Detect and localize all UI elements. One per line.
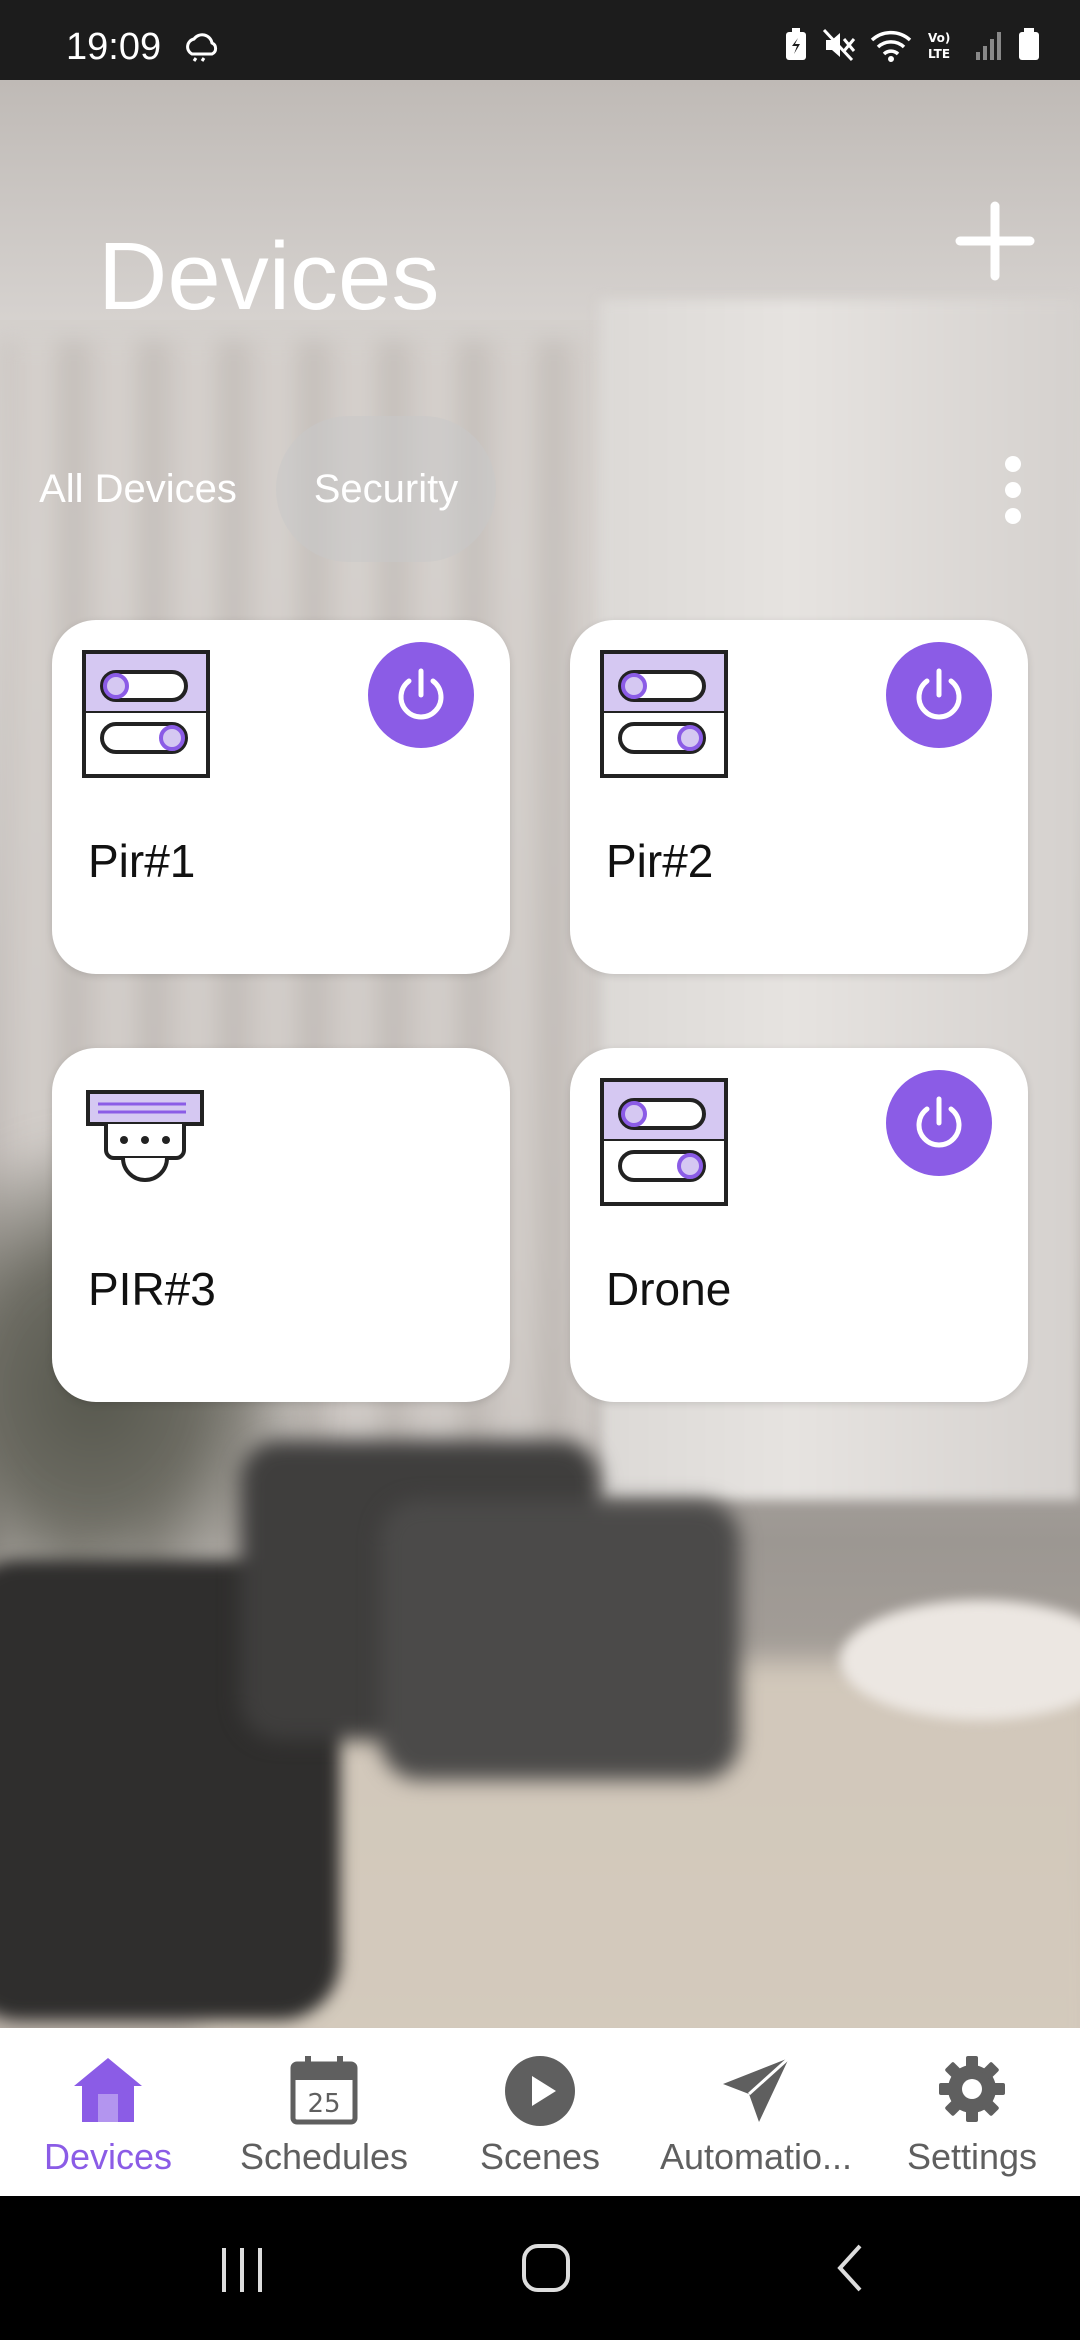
power-icon bbox=[916, 668, 962, 720]
nav-scenes[interactable]: Scenes bbox=[432, 2028, 648, 2196]
tab-security[interactable]: Security bbox=[276, 416, 496, 562]
recent-apps-button[interactable] bbox=[218, 2244, 268, 2299]
status-time: 19:09 bbox=[66, 26, 162, 68]
status-icons: Vo) LTE bbox=[784, 28, 1040, 67]
switch-panel-icon bbox=[82, 650, 210, 783]
switch-panel-icon bbox=[600, 1078, 728, 1211]
calendar-icon: 25 bbox=[289, 2054, 359, 2131]
home-icon bbox=[70, 2054, 146, 2131]
nav-devices[interactable]: Devices bbox=[0, 2028, 216, 2196]
mute-icon bbox=[822, 28, 856, 67]
nav-label: Settings bbox=[906, 2136, 1038, 2177]
bottom-navigation: Devices 25 Schedules Scenes Automatio... bbox=[0, 2028, 1080, 2196]
power-icon bbox=[398, 668, 444, 720]
nav-label: Automatio... bbox=[659, 2136, 853, 2177]
page-title: Devices bbox=[98, 223, 440, 330]
app-screen: 19:09 Vo) LTE Devices All Devices Securi… bbox=[0, 0, 1080, 2340]
tab-all-devices[interactable]: All Devices bbox=[20, 416, 256, 562]
status-bar: 19:09 Vo) LTE bbox=[0, 0, 1080, 80]
nav-label: Scenes bbox=[479, 2136, 601, 2177]
nav-schedules[interactable]: 25 Schedules bbox=[216, 2028, 432, 2196]
weather-cloud-icon bbox=[182, 32, 222, 67]
back-button[interactable] bbox=[830, 2242, 870, 2299]
device-card-pir1[interactable]: Pir#1 bbox=[52, 620, 510, 974]
svg-text:Vo): Vo) bbox=[928, 31, 950, 45]
power-button[interactable] bbox=[886, 642, 992, 748]
volte-icon: Vo) LTE bbox=[926, 28, 960, 67]
power-button[interactable] bbox=[886, 1070, 992, 1176]
motion-sensor-icon bbox=[86, 1090, 206, 1195]
add-device-button[interactable] bbox=[950, 196, 1040, 286]
device-name: PIR#3 bbox=[88, 1263, 216, 1315]
svg-text:LTE: LTE bbox=[928, 47, 950, 61]
kebab-icon bbox=[1005, 456, 1021, 524]
device-name: Drone bbox=[606, 1263, 732, 1315]
svg-text:25: 25 bbox=[307, 2089, 340, 2119]
plus-icon bbox=[955, 201, 1035, 281]
system-navigation-bar bbox=[0, 2196, 1080, 2340]
gear-icon bbox=[937, 2054, 1007, 2129]
device-card-pir3[interactable]: PIR#3 bbox=[52, 1048, 510, 1402]
battery-icon bbox=[1018, 28, 1040, 67]
switch-panel-icon bbox=[600, 650, 728, 783]
play-icon bbox=[503, 2054, 577, 2133]
signal-icon bbox=[974, 28, 1004, 67]
nav-settings[interactable]: Settings bbox=[864, 2028, 1080, 2196]
battery-saver-icon bbox=[784, 28, 808, 67]
device-name: Pir#2 bbox=[606, 835, 714, 887]
power-icon bbox=[916, 1096, 962, 1148]
nav-label: Devices bbox=[43, 2136, 173, 2177]
more-options-button[interactable] bbox=[990, 452, 1036, 528]
device-name: Pir#1 bbox=[88, 835, 196, 887]
device-card-pir2[interactable]: Pir#2 bbox=[570, 620, 1028, 974]
category-tabs: All Devices Security bbox=[0, 416, 1080, 562]
nav-label: Schedules bbox=[239, 2136, 409, 2177]
home-button[interactable] bbox=[520, 2242, 572, 2299]
nav-automations[interactable]: Automatio... bbox=[648, 2028, 864, 2196]
power-button[interactable] bbox=[368, 642, 474, 748]
wifi-icon bbox=[870, 28, 912, 67]
device-card-drone[interactable]: Drone bbox=[570, 1048, 1028, 1402]
send-icon bbox=[719, 2054, 793, 2131]
